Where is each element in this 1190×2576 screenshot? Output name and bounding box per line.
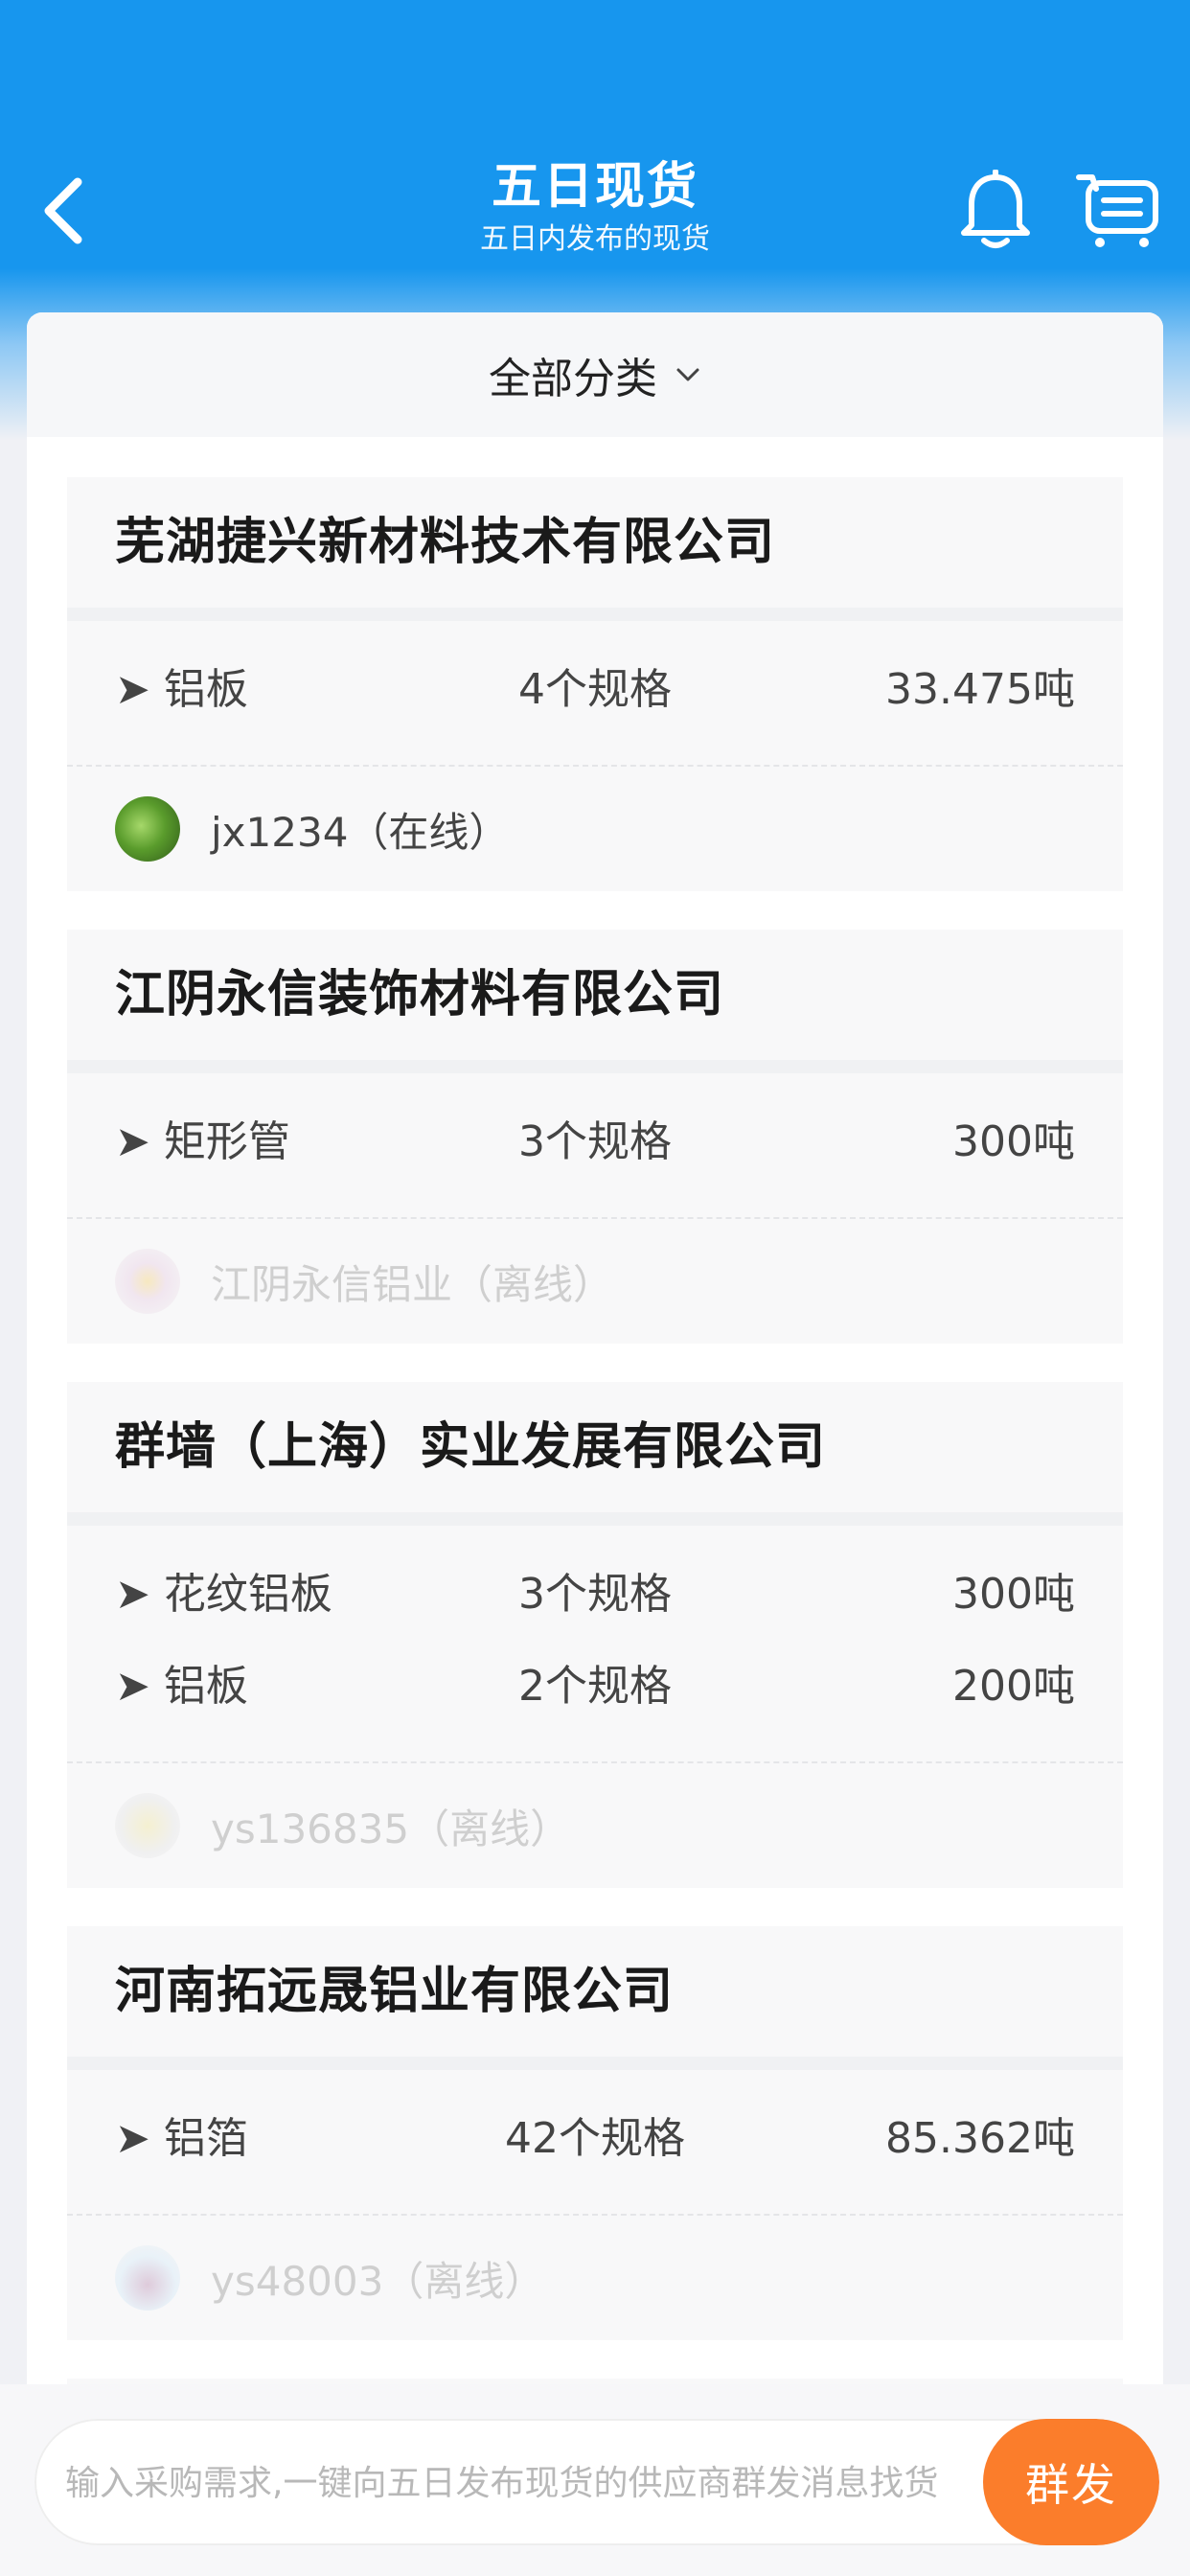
purchase-list-button[interactable] (1071, 167, 1167, 253)
company-name[interactable]: 河南拓远晟铝业有限公司 (67, 1926, 1123, 2070)
product-list: ➤ 花纹铝板 3个规格 300吨 ➤ 铝板 2个规格 200吨 (67, 1526, 1123, 1763)
avatar (115, 1793, 180, 1858)
product-list: ➤ 矩形管 3个规格 300吨 (67, 1073, 1123, 1219)
chevron-down-icon (675, 365, 701, 384)
notifications-button[interactable] (952, 167, 1039, 253)
avatar (115, 796, 180, 862)
company-name[interactable]: 江阴永信装饰材料有限公司 (67, 930, 1123, 1073)
supplier-card[interactable]: 江阴永信装饰材料有限公司 ➤ 矩形管 3个规格 300吨 江阴永信铝业（离线） (67, 930, 1123, 1344)
seller-name: ys48003（离线） (211, 2257, 545, 2305)
product-weight: 85.362吨 (885, 2114, 1075, 2163)
title-block: 五日现货 五日内发布的现货 (308, 153, 882, 259)
main-card: 全部分类 芜湖捷兴新材料技术有限公司 ➤ 铝板 4个规格 33.475吨 jx1… (27, 312, 1163, 2576)
bell-icon (961, 170, 1030, 248)
company-name[interactable]: 芜湖捷兴新材料技术有限公司 (67, 477, 1123, 621)
purchase-request-input[interactable] (63, 2419, 1006, 2545)
product-row[interactable]: ➤ 铝箔 42个规格 85.362吨 (67, 2093, 1123, 2185)
back-button[interactable] (29, 172, 96, 249)
category-filter-label: 全部分类 (489, 355, 657, 403)
page: 五日现货 五日内发布的现货 全部分类 芜湖捷兴新材料技术有限公司 ➤ 铝板 4个… (0, 0, 1190, 2576)
product-row[interactable]: ➤ 花纹铝板 3个规格 300吨 (67, 1549, 1123, 1641)
seller-row[interactable]: 江阴永信铝业（离线） (67, 1219, 1123, 1344)
seller-name: jx1234（在线） (211, 808, 510, 856)
product-weight: 33.475吨 (885, 665, 1075, 714)
product-row[interactable]: ➤ 铝板 4个规格 33.475吨 (67, 644, 1123, 736)
broadcast-send-button[interactable]: 群发 (983, 2419, 1159, 2545)
product-row[interactable]: ➤ 铝板 2个规格 200吨 (67, 1641, 1123, 1733)
seller-row[interactable]: ys136835（离线） (67, 1763, 1123, 1888)
category-filter[interactable]: 全部分类 (27, 312, 1163, 437)
page-subtitle: 五日内发布的现货 (480, 222, 710, 256)
product-weight: 300吨 (952, 1570, 1075, 1619)
supplier-list: 芜湖捷兴新材料技术有限公司 ➤ 铝板 4个规格 33.475吨 jx1234（在… (67, 477, 1123, 2436)
company-name[interactable]: 群墙（上海）实业发展有限公司 (67, 1382, 1123, 1526)
seller-name: 江阴永信铝业（离线） (211, 1260, 614, 1308)
broadcast-input-pill: 群发 (34, 2419, 1159, 2545)
seller-name: ys136835（离线） (211, 1805, 571, 1852)
product-row[interactable]: ➤ 矩形管 3个规格 300吨 (67, 1096, 1123, 1188)
avatar (115, 2245, 180, 2311)
avatar (115, 1249, 180, 1314)
supplier-card[interactable]: 河南拓远晟铝业有限公司 ➤ 铝箔 42个规格 85.362吨 ys48003（离… (67, 1926, 1123, 2340)
product-list: ➤ 铝板 4个规格 33.475吨 (67, 621, 1123, 767)
seller-row[interactable]: jx1234（在线） (67, 767, 1123, 891)
seller-row[interactable]: ys48003（离线） (67, 2216, 1123, 2340)
chevron-left-icon (44, 177, 82, 244)
supplier-card[interactable]: 芜湖捷兴新材料技术有限公司 ➤ 铝板 4个规格 33.475吨 jx1234（在… (67, 477, 1123, 891)
product-weight: 200吨 (952, 1662, 1075, 1711)
product-list: ➤ 铝箔 42个规格 85.362吨 (67, 2070, 1123, 2216)
bottom-bar: 群发 (0, 2384, 1190, 2576)
supplier-card[interactable]: 群墙（上海）实业发展有限公司 ➤ 花纹铝板 3个规格 300吨 ➤ 铝板 2个规… (67, 1382, 1123, 1888)
nav-bar: 五日现货 五日内发布的现货 (0, 144, 1190, 278)
page-title: 五日现货 (491, 158, 698, 216)
cart-list-icon (1076, 174, 1158, 247)
product-weight: 300吨 (952, 1117, 1075, 1166)
